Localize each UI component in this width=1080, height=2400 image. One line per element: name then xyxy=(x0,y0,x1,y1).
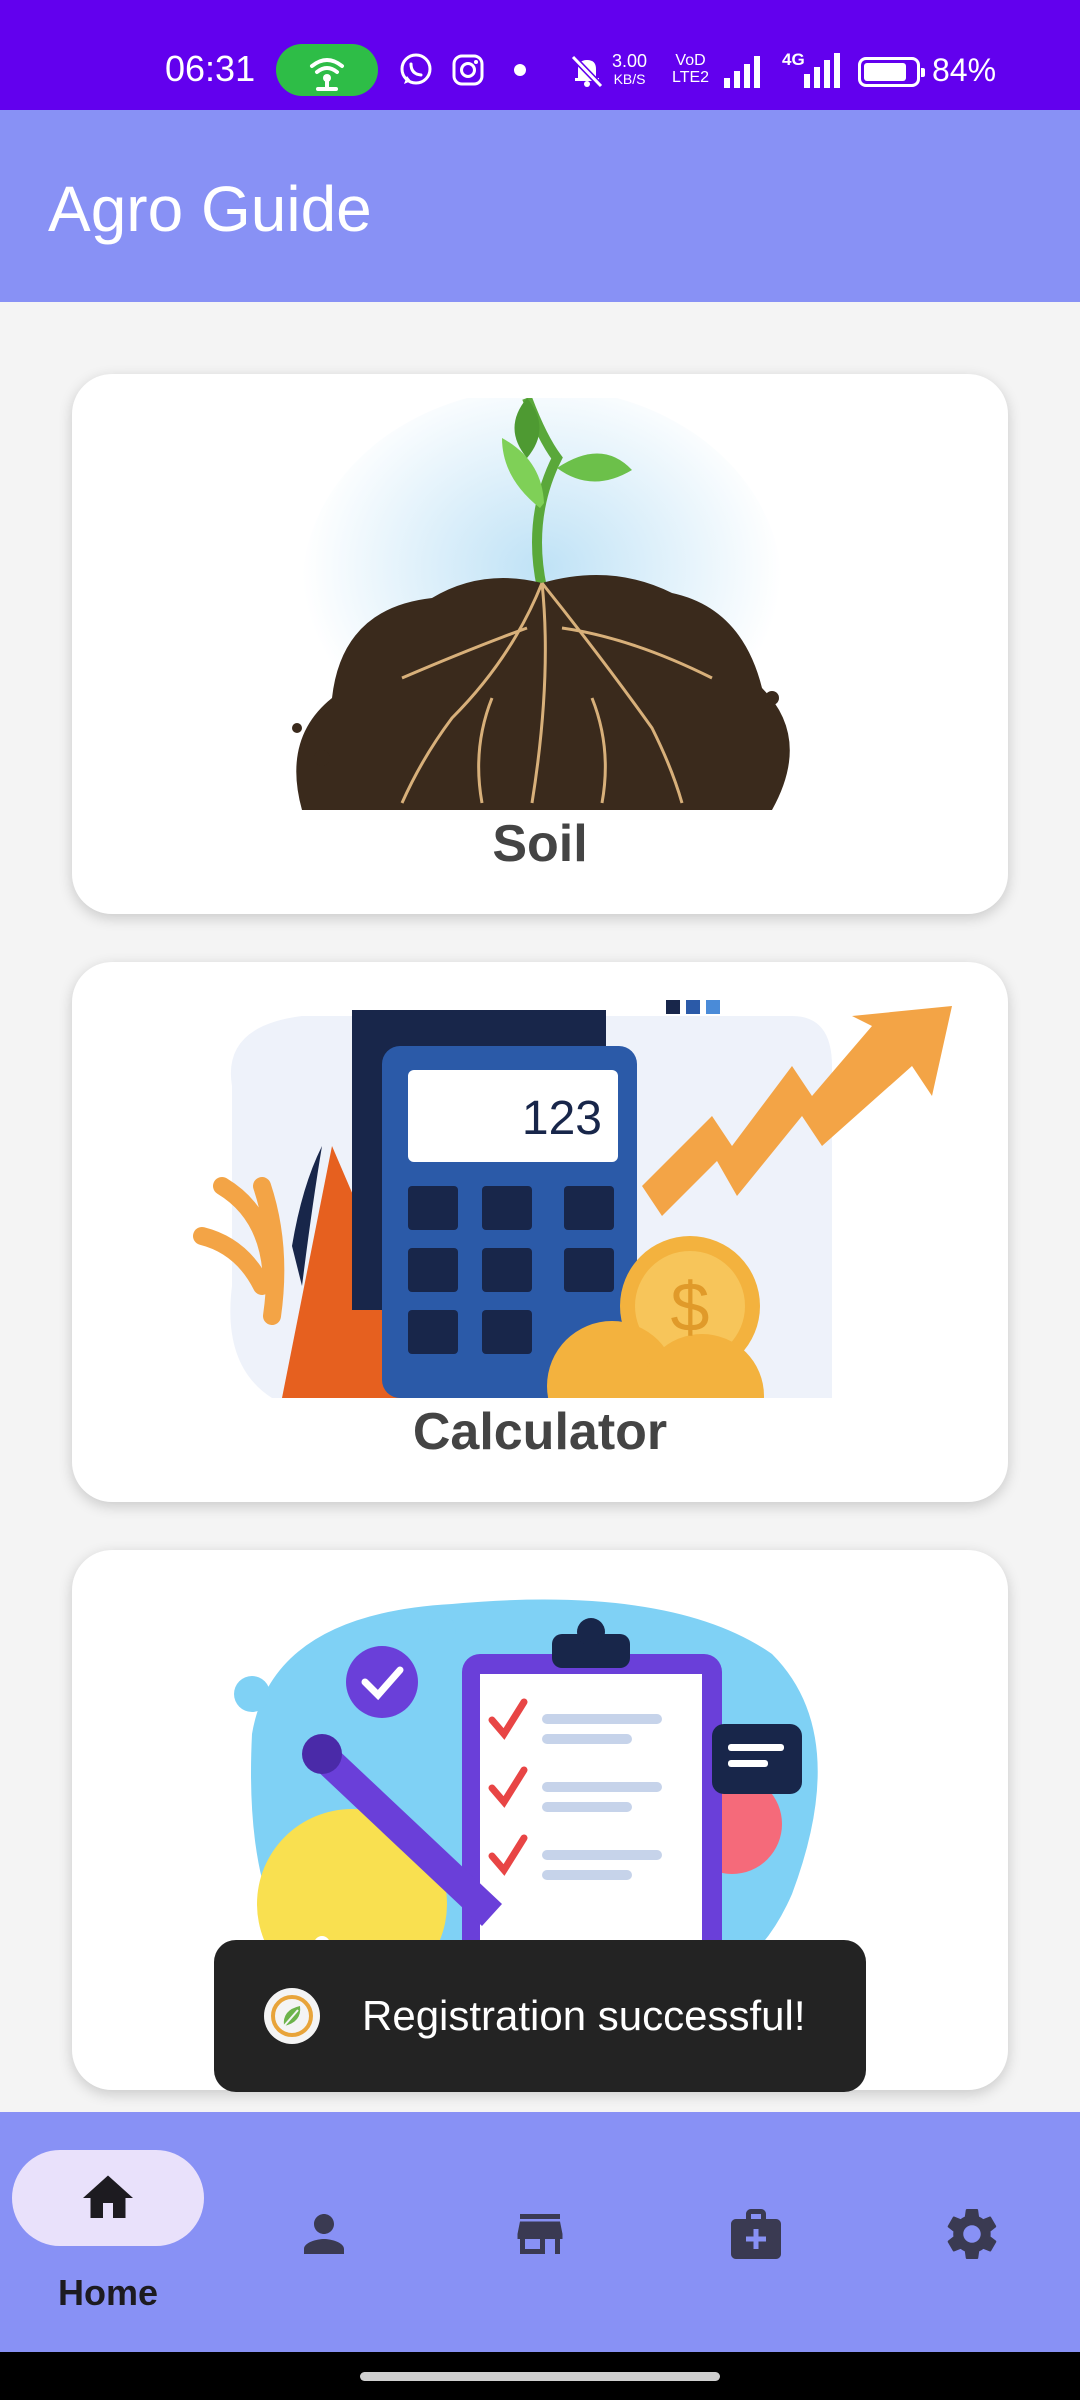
system-gesture-area xyxy=(0,2352,1080,2400)
network-speed-value: 3.00 xyxy=(612,51,648,71)
calculator-illustration: 123 $ xyxy=(193,1000,952,1398)
nav-item-settings[interactable] xyxy=(864,2112,1080,2352)
app-logo-icon xyxy=(264,1988,320,2044)
toast-message: Registration successful! xyxy=(362,1992,806,2039)
soil-card[interactable]: Soil xyxy=(72,374,1008,914)
instagram-icon xyxy=(452,54,484,86)
volte-indicator: VoD LTE2 xyxy=(672,52,709,86)
nav-item-medical[interactable] xyxy=(648,2112,864,2352)
checklist-clipboard-illustration xyxy=(234,1599,818,1986)
calculator-label: Calculator xyxy=(412,1403,668,1461)
status-time: 06:31 xyxy=(165,48,256,89)
nav-label-home: Home xyxy=(57,2272,159,2313)
battery-fill xyxy=(864,63,906,81)
status-bar: 06:31 3.00 KB/S VoD LTE2 4G 84% xyxy=(0,0,1080,110)
gesture-handle[interactable] xyxy=(360,2372,720,2381)
nav-item-home[interactable]: Home xyxy=(0,2112,216,2352)
home-icon xyxy=(83,2175,133,2218)
network-speed-unit: KB/S xyxy=(613,71,646,87)
soil-label: Soil xyxy=(492,815,588,873)
volte-line-2: LTE2 xyxy=(672,69,710,86)
app-bar: Agro Guide xyxy=(0,110,1080,302)
calculator-card[interactable]: 123 $ Calculator xyxy=(72,962,1008,1502)
gear-icon xyxy=(947,2209,997,2260)
app-title: Agro Guide xyxy=(48,173,372,245)
hotspot-indicator xyxy=(276,44,378,96)
svg-text:$: $ xyxy=(671,1268,710,1346)
volte-line-1: VoD xyxy=(675,52,706,69)
soil-plant-illustration xyxy=(292,398,790,810)
calculator-display-value: 123 xyxy=(522,1092,602,1145)
registration-toast: Registration successful! xyxy=(214,1940,866,2092)
signal-bars-2-icon xyxy=(804,53,840,88)
signal-bars-icon xyxy=(724,56,760,88)
nav-item-store[interactable] xyxy=(432,2112,648,2352)
medical-kit-icon xyxy=(731,2209,781,2259)
store-icon xyxy=(517,2214,563,2254)
network-speed: 3.00 KB/S xyxy=(612,52,647,88)
whatsapp-icon xyxy=(400,53,432,85)
battery-icon xyxy=(858,57,925,87)
nav-item-profile[interactable] xyxy=(216,2112,432,2352)
battery-percent: 84% xyxy=(932,52,997,88)
wifi-icon xyxy=(310,58,344,91)
person-icon xyxy=(304,2214,344,2254)
bottom-navigation: Home xyxy=(0,2112,1080,2352)
notification-dot-icon xyxy=(514,64,526,76)
mute-bell-icon xyxy=(570,54,604,89)
